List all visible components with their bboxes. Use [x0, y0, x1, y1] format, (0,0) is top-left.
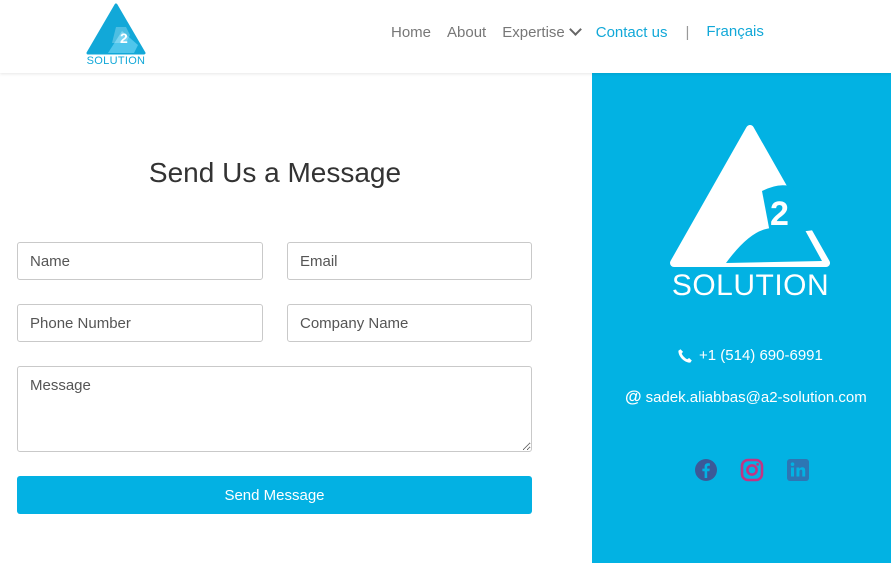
contact-email[interactable]: @ sadek.aliabbas@a2-solution.com: [625, 387, 867, 407]
social-links: [694, 458, 832, 482]
contact-phone[interactable]: +1 (514) 690-6991: [677, 347, 823, 364]
message-field[interactable]: [17, 366, 532, 452]
email-text: sadek.aliabbas@a2-solution.com: [645, 388, 867, 406]
instagram-icon[interactable]: [740, 458, 764, 482]
contact-panel: 2 SOLUTION +1 (514) 690-6991 @ sadek.ali…: [592, 73, 891, 563]
logo-triangle-icon: 2: [86, 3, 146, 55]
facebook-icon[interactable]: [694, 458, 718, 482]
nav-about[interactable]: About: [447, 24, 486, 41]
email-field[interactable]: [287, 242, 532, 280]
main-nav: Home About Expertise Contact us | França…: [391, 22, 764, 42]
phone-text: +1 (514) 690-6991: [699, 347, 823, 364]
nav-home[interactable]: Home: [391, 24, 431, 41]
nav-expertise-label: Expertise: [502, 23, 565, 41]
svg-text:2: 2: [120, 30, 128, 46]
name-field[interactable]: [17, 242, 263, 280]
language-switch[interactable]: Français: [706, 23, 764, 40]
site-header: 2 SOLUTION Home About Expertise Contact …: [0, 0, 891, 73]
company-field[interactable]: [287, 304, 532, 342]
phone-field[interactable]: [17, 304, 263, 342]
panel-logo-text: SOLUTION: [671, 269, 830, 302]
send-message-button[interactable]: Send Message: [17, 476, 532, 514]
nav-contact[interactable]: Contact us: [596, 24, 668, 41]
chevron-down-icon: [568, 22, 582, 36]
nav-separator: |: [685, 23, 690, 41]
phone-icon: [677, 348, 693, 364]
logo-text: SOLUTION: [86, 55, 146, 67]
svg-text:2: 2: [770, 195, 789, 233]
nav-expertise[interactable]: Expertise: [502, 22, 582, 41]
linkedin-icon[interactable]: [786, 458, 810, 482]
at-icon: @: [625, 387, 642, 406]
logo-triangle-icon: 2: [670, 125, 830, 267]
site-logo[interactable]: 2 SOLUTION: [86, 3, 146, 69]
form-title: Send Us a Message: [148, 157, 402, 188]
